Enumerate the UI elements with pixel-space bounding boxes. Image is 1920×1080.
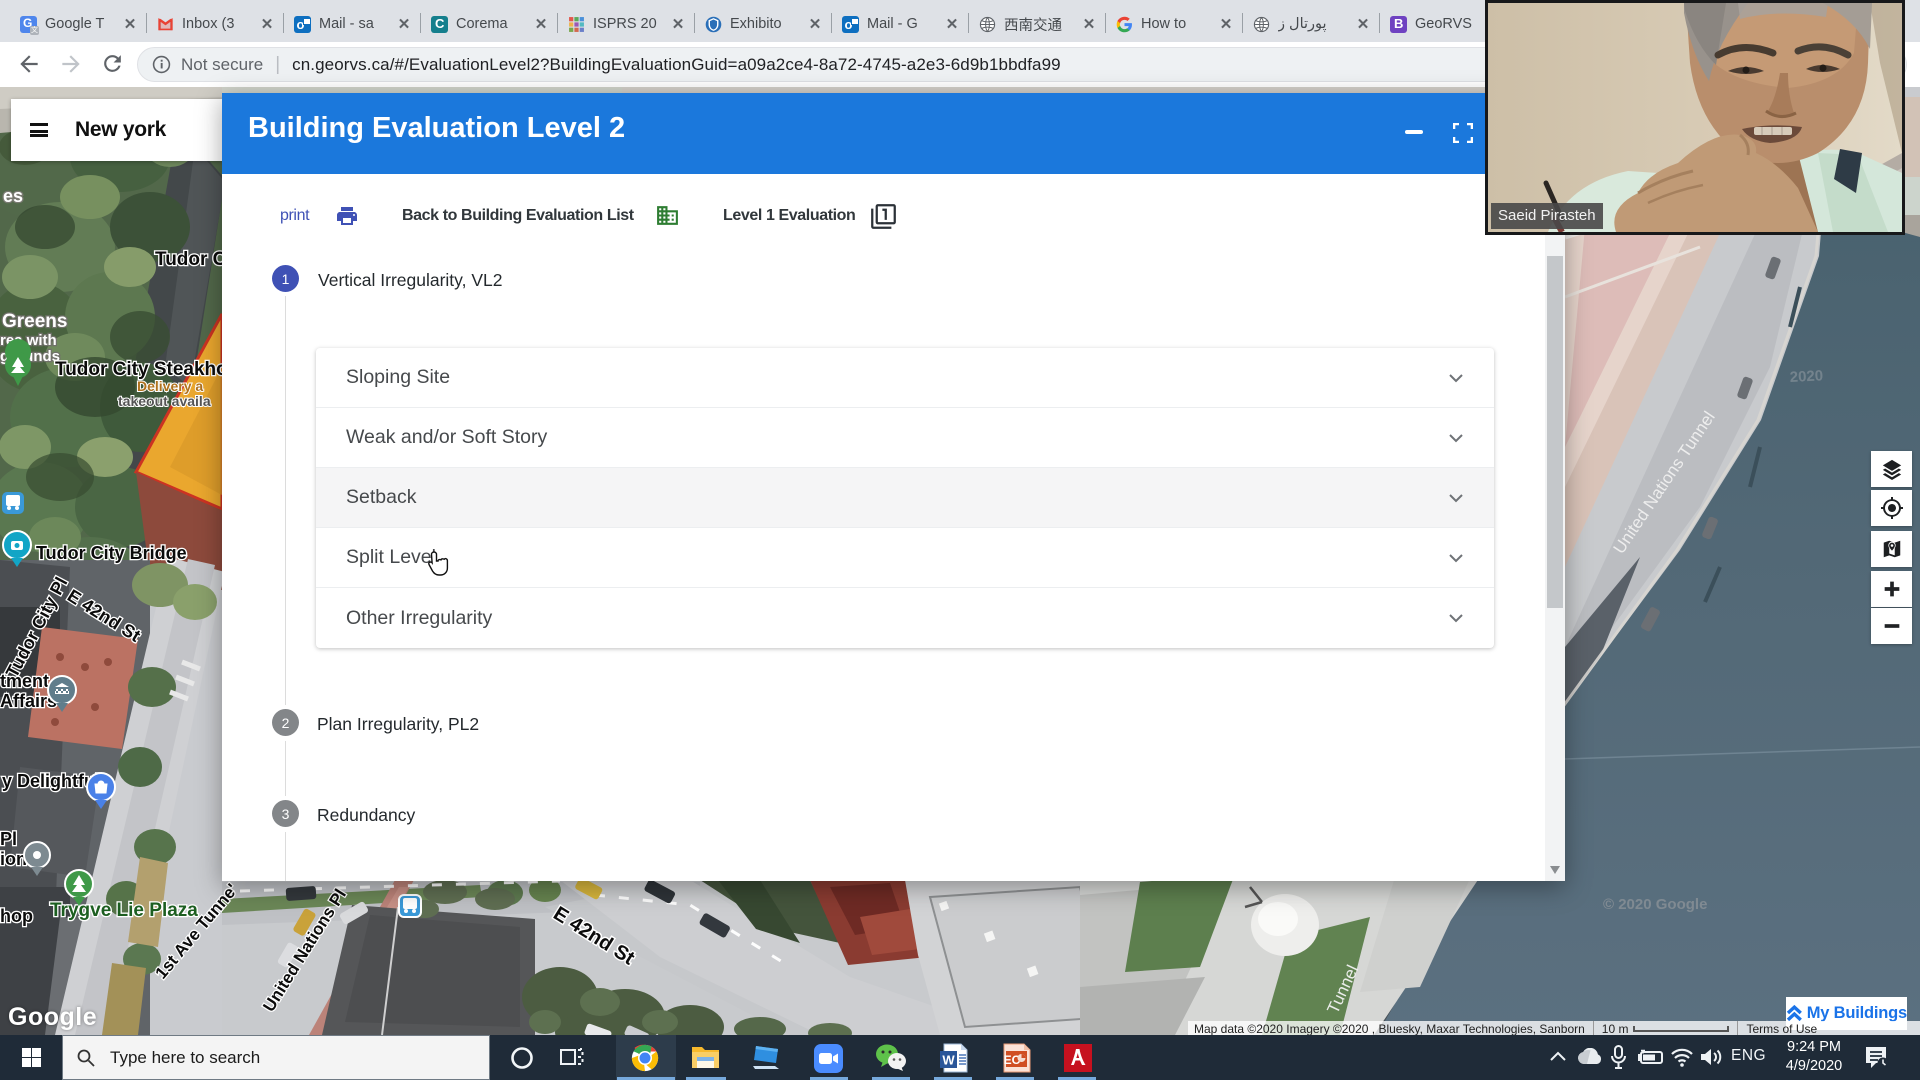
svg-text:y Delightful: y Delightful [2,771,100,791]
svg-text:Tudor City Steakhou: Tudor City Steakhou [55,359,239,380]
svg-text:Delivery a: Delivery a [137,378,203,394]
svg-text:Trygve Lie Plaza: Trygve Lie Plaza [50,900,198,921]
svg-text:hop: hop [0,906,33,926]
svg-text:Pl: Pl [0,829,17,849]
svg-text:es: es [3,186,23,206]
svg-text:W: W [942,1053,955,1068]
svg-text:Tudor Cl: Tudor Cl [155,249,232,270]
svg-text:Tudor City Bridge: Tudor City Bridge [36,543,187,563]
svg-text:2020: 2020 [1789,367,1823,386]
svg-text:© 2020 Google: © 2020 Google [1603,896,1707,913]
svg-text:Greens: Greens [2,311,67,332]
svg-text:takeout availa: takeout availa [118,393,211,409]
svg-text:ion: ion [0,849,27,869]
